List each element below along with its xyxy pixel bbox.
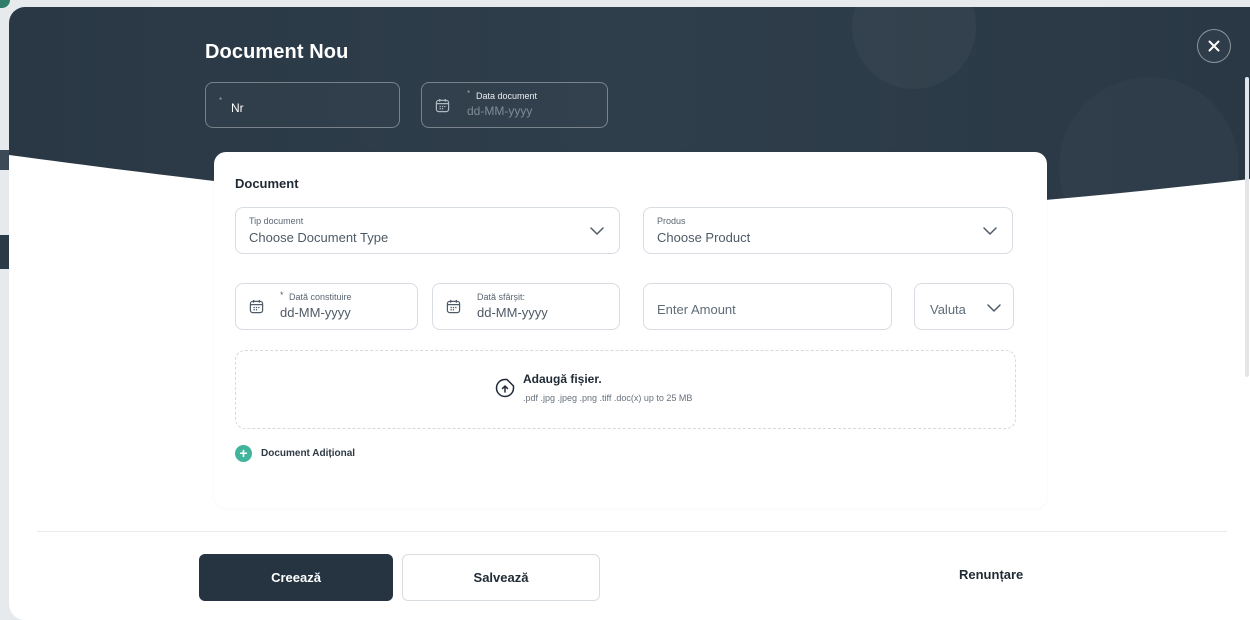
add-additional-document-button[interactable]: + Document Adițional [235, 444, 355, 462]
produs-label: Produs [657, 216, 686, 226]
calendar-icon [249, 299, 264, 314]
chevron-down-icon [590, 227, 604, 235]
plus-circle-icon: + [235, 444, 252, 462]
produs-select[interactable]: Produs Choose Product [643, 207, 1013, 254]
produs-value: Choose Product [657, 230, 751, 245]
upload-formats: .pdf .jpg .jpeg .png .tiff .doc(x) up to… [523, 393, 693, 403]
tip-document-label: Tip document [249, 216, 304, 226]
nr-label: Nr [231, 101, 244, 115]
calendar-icon [435, 98, 450, 113]
data-document-placeholder: dd-MM-yyyy [467, 104, 533, 118]
close-icon [1208, 40, 1220, 52]
modal-title: Document Nou [205, 41, 349, 63]
data-sfarsit-label: Dată sfârșit: [477, 292, 526, 302]
chevron-down-icon [987, 304, 1001, 312]
data-document-label: Data document [476, 91, 538, 101]
tip-document-select[interactable]: Tip document Choose Document Type [235, 207, 620, 254]
nr-field[interactable]: * Nr [205, 82, 400, 128]
amount-input[interactable]: Enter Amount [643, 283, 892, 330]
file-upload-dropzone[interactable]: Adaugă fișier. .pdf .jpg .jpeg .png .tif… [235, 350, 1016, 429]
required-mark: * [280, 290, 284, 300]
file-upload-icon [495, 378, 515, 398]
save-button[interactable]: Salvează [402, 554, 600, 601]
tip-document-value: Choose Document Type [249, 230, 389, 245]
amount-placeholder: Enter Amount [657, 302, 736, 317]
data-document-field[interactable]: * Data document dd-MM-yyyy [421, 82, 608, 128]
scrollbar[interactable] [1245, 77, 1249, 377]
required-mark: * [219, 96, 223, 105]
document-section-title: Document [235, 176, 299, 191]
chevron-down-icon [983, 227, 997, 235]
create-button[interactable]: Creează [199, 554, 393, 601]
data-sfarsit-placeholder: dd-MM-yyyy [477, 305, 548, 320]
cancel-button[interactable]: Renunțare [959, 567, 1023, 582]
data-sfarsit-field[interactable]: Dată sfârșit: dd-MM-yyyy [432, 283, 620, 330]
document-card: Document Tip document Choose Document Ty… [214, 152, 1047, 508]
valuta-select[interactable]: Valuta [914, 283, 1014, 330]
data-constituire-placeholder: dd-MM-yyyy [280, 305, 351, 320]
data-constituire-label: Dată constituire [289, 292, 352, 302]
additional-document-label: Document Adițional [261, 447, 356, 459]
document-modal: Document Nou * Nr * Data document dd-MM-… [9, 7, 1250, 620]
required-mark: * [467, 89, 471, 98]
calendar-icon [446, 299, 461, 314]
data-constituire-field[interactable]: * Dată constituire dd-MM-yyyy [235, 283, 418, 330]
valuta-value: Valuta [930, 302, 966, 317]
upload-title: Adaugă fișier. [523, 372, 602, 386]
footer-divider [37, 531, 1227, 532]
close-button[interactable] [1197, 29, 1231, 63]
